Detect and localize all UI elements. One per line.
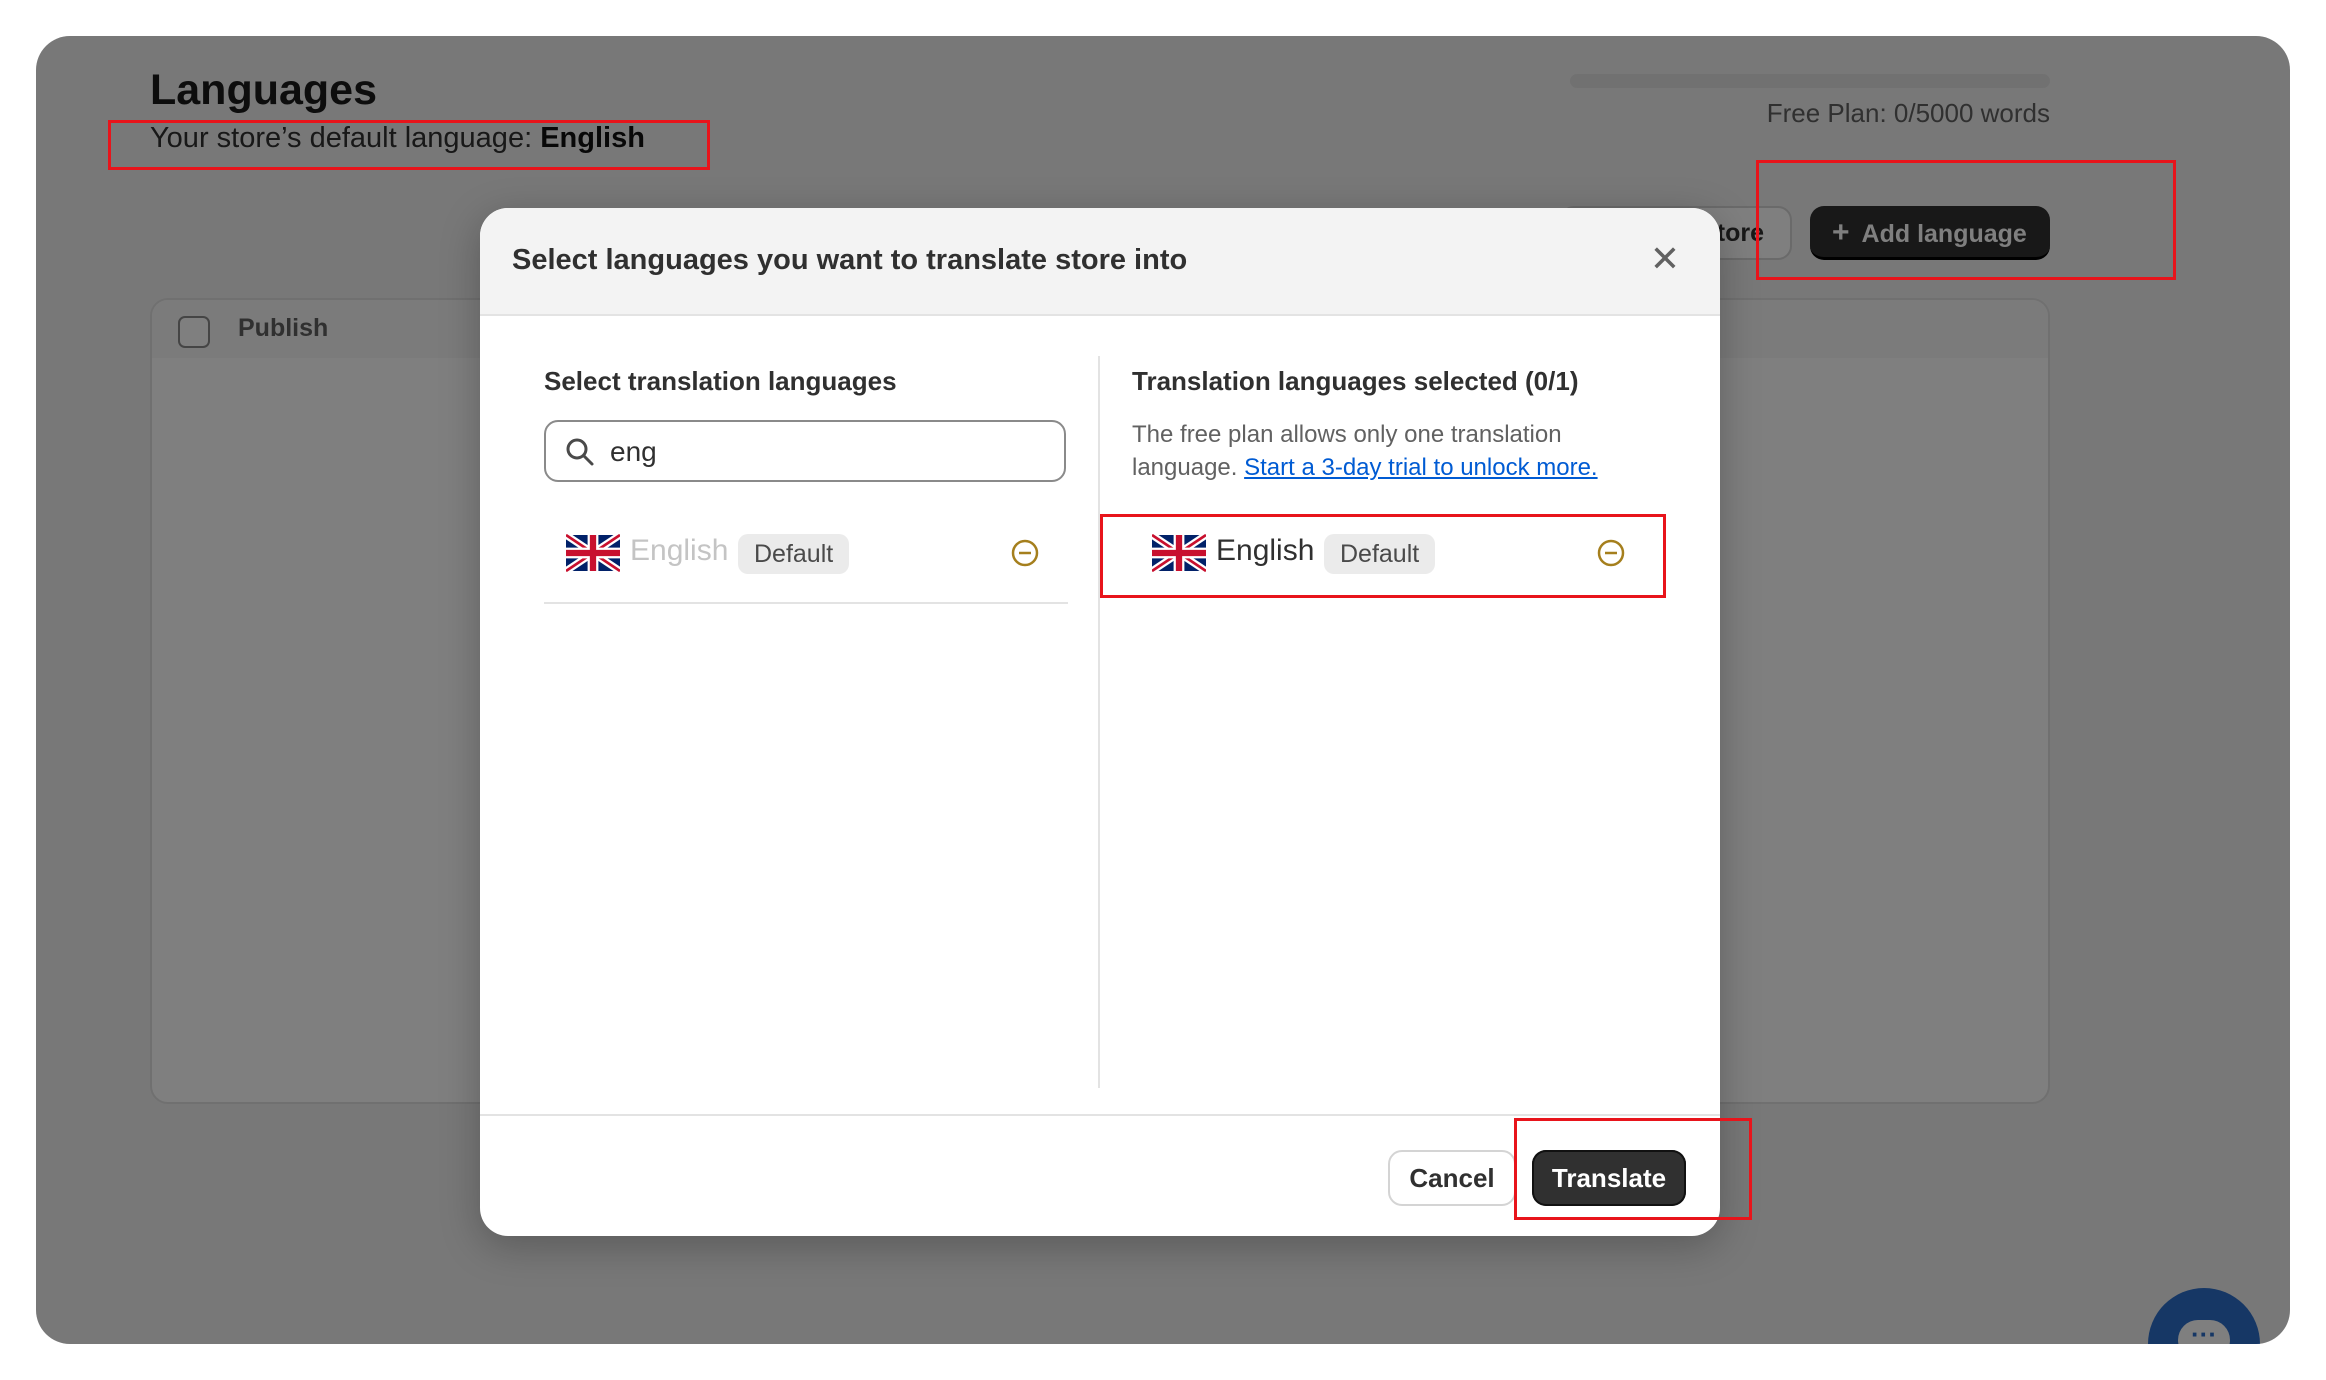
language-result-row[interactable]: English Default [544,518,1068,604]
right-column-title: Translation languages selected (0/1) [1132,366,1579,396]
uk-flag-icon [566,534,620,572]
annotation-translate-button [1514,1118,1752,1220]
remove-circle-icon[interactable] [1010,538,1040,568]
language-name: English [630,534,729,567]
left-column-title: Select translation languages [544,366,897,396]
language-search-field[interactable] [544,420,1066,482]
annotation-default-language [108,120,710,170]
start-trial-link[interactable]: Start a 3-day trial to unlock more. [1244,454,1597,481]
default-badge: Default [738,534,850,574]
annotation-add-language [1756,160,2176,280]
annotation-selected-language [1100,514,1666,598]
search-input[interactable] [608,430,1052,474]
search-icon [566,438,594,466]
cancel-button[interactable]: Cancel [1388,1150,1516,1206]
modal-content: Select translation languages English Def… [480,208,1720,1236]
plan-limit-note: The free plan allows only one translatio… [1132,418,1672,484]
